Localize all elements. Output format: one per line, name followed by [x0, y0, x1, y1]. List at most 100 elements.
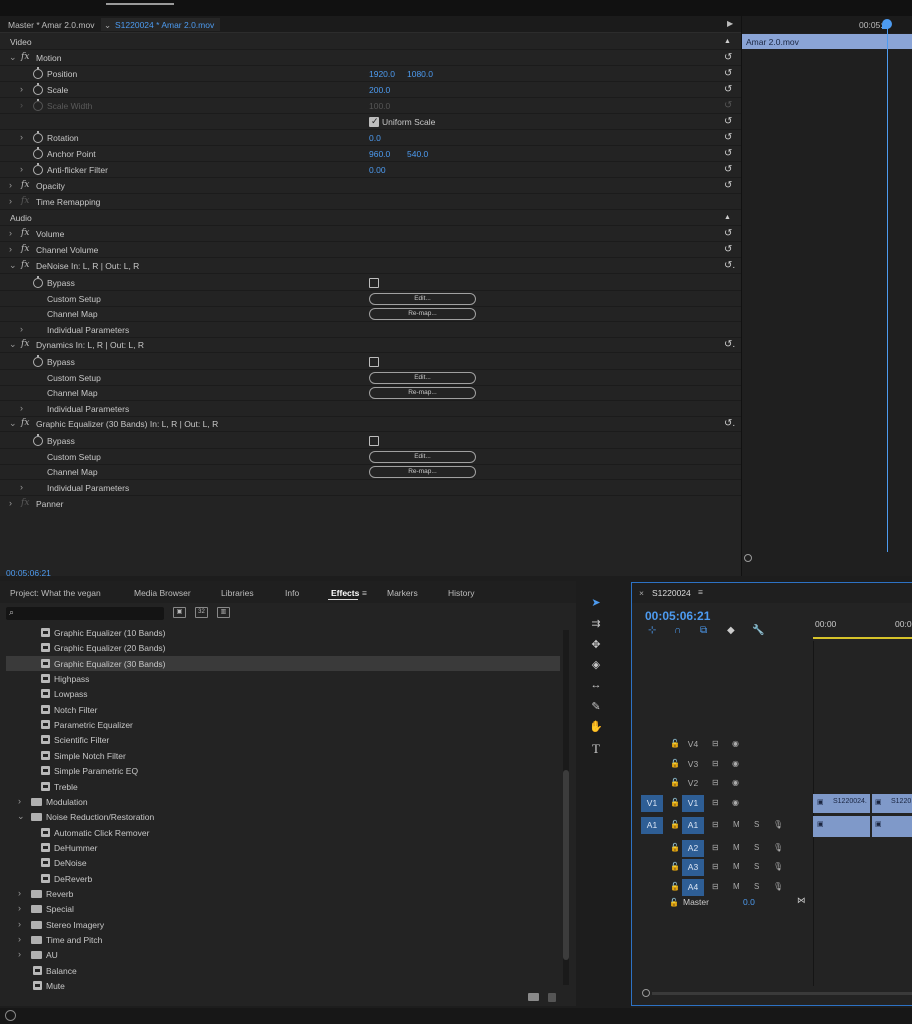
chevron-right-icon[interactable]: › [9, 498, 12, 508]
effect-controls-timecode[interactable]: 00:05:06:21 [6, 568, 51, 578]
chevron-right-icon[interactable]: › [20, 403, 23, 413]
tab-markers[interactable]: Markers [387, 588, 418, 598]
motion-effect-row[interactable]: ⌄ fx Motion ↺ [0, 50, 741, 66]
list-item[interactable]: › Modulation [6, 794, 560, 809]
chevron-right-icon[interactable]: › [18, 796, 21, 806]
denoise-effect-row[interactable]: ⌄ fx DeNoise In: L, R | Out: L, R ↺. [0, 258, 741, 274]
chevron-right-icon[interactable]: › [18, 888, 21, 898]
snap-magnet-icon[interactable]: ∩ [674, 625, 681, 636]
source-patch-button[interactable]: A2 [682, 839, 704, 857]
chevron-right-icon[interactable]: › [9, 180, 12, 190]
chevron-right-icon[interactable]: › [20, 164, 23, 174]
chevron-down-icon[interactable]: ⌄ [9, 418, 17, 429]
lock-icon[interactable]: 🔓 [670, 820, 680, 829]
sequence-tab[interactable]: × S1220024 ≡ [632, 583, 912, 603]
list-item[interactable]: DeHummer [6, 840, 560, 855]
reset-icon[interactable]: ↺ [724, 228, 732, 239]
list-item[interactable]: Simple Parametric EQ [6, 763, 560, 778]
list-item[interactable]: Notch Filter [6, 702, 560, 717]
selection-tool-icon[interactable]: ➤ [588, 596, 604, 612]
hand-tool-icon[interactable]: ✋ [588, 720, 604, 736]
reset-icon[interactable]: ↺ [724, 52, 732, 63]
mute-button[interactable]: M [733, 882, 740, 891]
bypass-checkbox[interactable] [369, 357, 379, 367]
solo-button[interactable]: S [754, 843, 759, 852]
effects-scrollbar[interactable] [563, 630, 569, 985]
tab-effects[interactable]: Effects [331, 588, 359, 598]
opacity-effect-row[interactable]: › fx Opacity ↺ [0, 178, 741, 194]
yuv-effects-icon[interactable]: ▥ [217, 607, 230, 618]
list-item[interactable]: Automatic Click Remover [6, 825, 560, 840]
stopwatch-icon[interactable] [33, 131, 43, 143]
razor-tool-icon[interactable]: ◈ [588, 658, 604, 674]
chevron-down-icon[interactable]: ⌄ [9, 52, 17, 63]
edit-button[interactable]: Edit... [369, 372, 476, 384]
menu-icon[interactable]: ≡ [362, 588, 367, 598]
tab-history[interactable]: History [448, 588, 474, 598]
chevron-right-icon[interactable]: › [9, 244, 12, 254]
fx-icon[interactable]: fx [21, 244, 29, 254]
32-bit-effects-icon[interactable]: 32 [195, 607, 208, 618]
reset-icon[interactable]: ↺ [724, 84, 732, 95]
sequence-ruler[interactable]: 00:00 00:0 [813, 605, 912, 641]
fx-icon[interactable]: fx [21, 418, 29, 428]
reset-icon[interactable]: ↺ [724, 180, 732, 191]
bypass-checkbox[interactable] [369, 436, 379, 446]
channel-volume-row[interactable]: › fx Channel Volume ↺ [0, 242, 741, 258]
bypass-checkbox[interactable] [369, 278, 379, 288]
horizontal-scrollbar[interactable] [652, 992, 912, 995]
list-item[interactable]: DeNoise [6, 855, 560, 870]
pen-tool-icon[interactable]: ✎ [588, 700, 604, 716]
sync-lock-icon[interactable]: ⊟ [712, 759, 719, 768]
zoom-scroll-handle[interactable] [642, 989, 650, 997]
mute-button[interactable]: M [733, 843, 740, 852]
nest-icon[interactable]: ⊹ [648, 625, 656, 636]
source-clip-label[interactable]: Master * Amar 2.0.mov [8, 20, 94, 30]
lock-icon[interactable]: 🔓 [670, 739, 680, 748]
chevron-down-icon[interactable]: ⌄ [9, 339, 17, 350]
solo-button[interactable]: S [754, 862, 759, 871]
edit-button[interactable]: Edit... [369, 293, 476, 305]
scrollbar-thumb[interactable] [563, 770, 569, 960]
list-item[interactable]: Highpass [6, 671, 560, 686]
chevron-down-icon[interactable]: ⌄ [9, 260, 17, 271]
list-item[interactable]: › Stereo Imagery [6, 917, 560, 932]
target-track-button[interactable]: V1 [641, 794, 663, 812]
chevron-down-icon[interactable]: ⌄ [17, 811, 25, 822]
remap-button[interactable]: Re-map... [369, 387, 476, 399]
sequence-timecode[interactable]: 00:05:06:21 [645, 609, 710, 623]
play-triangle-icon[interactable]: ▶ [727, 19, 733, 28]
chevron-right-icon[interactable]: › [20, 324, 23, 334]
eye-icon[interactable]: ◉ [732, 798, 739, 807]
reset-dropdown-icon[interactable]: ↺. [724, 339, 735, 350]
master-value[interactable]: 0.0 [743, 897, 755, 907]
type-tool-icon[interactable]: T [588, 741, 604, 757]
remap-button[interactable]: Re-map... [369, 466, 476, 478]
sync-lock-icon[interactable]: ⊟ [712, 882, 719, 891]
microphone-icon[interactable]: 🎙 [773, 843, 783, 852]
tab-media-browser[interactable]: Media Browser [134, 588, 191, 598]
lock-icon[interactable]: 🔓 [670, 759, 680, 768]
stopwatch-icon[interactable] [33, 276, 43, 288]
list-item[interactable]: Graphic Equalizer (30 Bands) [6, 655, 560, 671]
stopwatch-icon[interactable] [33, 67, 43, 79]
stopwatch-icon[interactable] [33, 147, 43, 159]
remap-button[interactable]: Re-map... [369, 308, 476, 320]
fx-icon[interactable]: fx [21, 180, 29, 190]
lock-icon[interactable]: 🔓 [670, 798, 680, 807]
source-patch-button[interactable]: V3 [682, 756, 704, 773]
video-clip[interactable]: ▣ S1220024. ▣ S1220 [813, 793, 912, 815]
reset-dropdown-icon[interactable]: ↺. [724, 260, 735, 271]
reset-icon[interactable]: ↺ [724, 132, 732, 143]
playhead-line[interactable] [887, 22, 888, 552]
eye-icon[interactable]: ◉ [732, 759, 739, 768]
list-item[interactable]: Scientific Filter [6, 732, 560, 747]
lock-icon[interactable]: 🔓 [670, 862, 680, 871]
sync-lock-icon[interactable]: ⊟ [712, 820, 719, 829]
sync-lock-icon[interactable]: ⊟ [712, 862, 719, 871]
list-item[interactable]: › Time and Pitch [6, 932, 560, 947]
edit-button[interactable]: Edit... [369, 451, 476, 463]
source-patch-button[interactable]: V4 [682, 736, 704, 753]
anchor-x-value[interactable]: 960.0 [369, 149, 390, 159]
chevron-right-icon[interactable]: › [20, 84, 23, 94]
